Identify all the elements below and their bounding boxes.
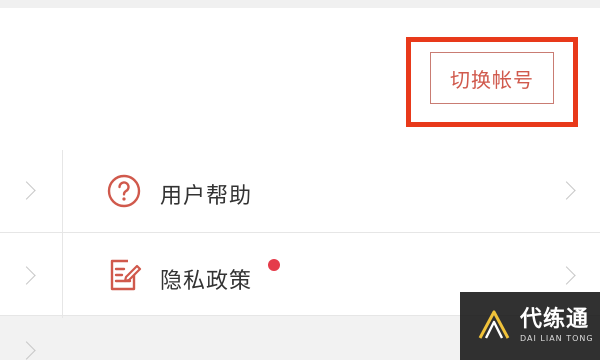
notification-badge [268,259,280,271]
menu-item-user-help[interactable]: 用户帮助 [0,150,600,232]
menu-item-label: 隐私政策 [160,269,253,294]
chevron-right-icon [17,181,36,200]
menu-item-label: 用户帮助 [160,184,253,209]
chevron-right-icon [557,266,576,285]
help-circle-icon [107,174,141,208]
policy-edit-icon [110,259,142,291]
chevron-right-icon [17,341,36,360]
dailiantong-logo-icon [478,310,510,339]
watermark: 代练通 DAI LIAN TONG [460,292,600,360]
highlight-annotation-box [406,37,578,127]
chevron-right-icon [17,266,36,285]
watermark-title: 代练通 [520,307,590,332]
top-strip [0,0,600,8]
watermark-subtitle: DAI LIAN TONG [520,334,594,343]
chevron-right-icon [557,181,576,200]
